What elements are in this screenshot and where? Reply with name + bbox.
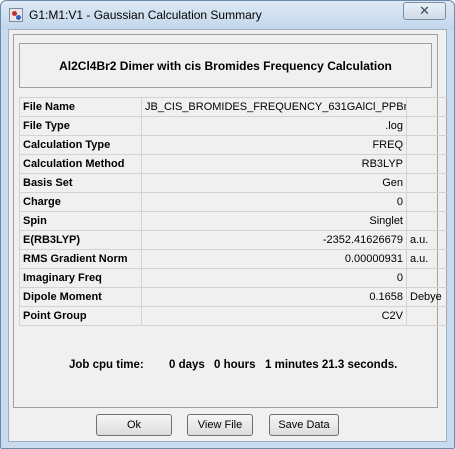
table-row: Calculation Type FREQ: [19, 135, 448, 155]
field-value: .log: [141, 116, 407, 136]
field-value: 0.00000931: [141, 249, 407, 269]
field-unit: [406, 116, 448, 136]
field-value: Singlet: [141, 211, 407, 231]
field-label: Basis Set: [19, 173, 142, 193]
ok-button[interactable]: Ok: [96, 414, 172, 436]
field-value: 0: [141, 268, 407, 288]
cpu-time-line: Job cpu time: 0 days 0 hours 1 minutes 2…: [19, 359, 432, 379]
field-unit: [406, 211, 448, 231]
title-bar[interactable]: G1:M1:V1 - Gaussian Calculation Summary …: [1, 1, 454, 29]
field-label: File Name: [19, 97, 142, 117]
field-unit: [406, 97, 448, 117]
summary-table: File Name JB_CIS_BROMIDES_FREQUENCY_631GA…: [19, 97, 448, 326]
table-row: Spin Singlet: [19, 211, 448, 231]
table-row: File Name JB_CIS_BROMIDES_FREQUENCY_631GA…: [19, 97, 448, 117]
field-unit: [406, 173, 448, 193]
table-row: Point Group C2V: [19, 306, 448, 326]
dialog-body: Al2Cl4Br2 Dimer with cis Bromides Freque…: [8, 29, 448, 442]
field-unit: [406, 135, 448, 155]
field-label: RMS Gradient Norm: [19, 249, 142, 269]
field-label: Spin: [19, 211, 142, 231]
field-value: RB3LYP: [141, 154, 407, 174]
field-value: 0: [141, 192, 407, 212]
view-file-button[interactable]: View File: [187, 414, 253, 436]
field-value: 0.1658: [141, 287, 407, 307]
table-row: Calculation Method RB3LYP: [19, 154, 448, 174]
field-label: Imaginary Freq: [19, 268, 142, 288]
field-label: Calculation Type: [19, 135, 142, 155]
table-row: Basis Set Gen: [19, 173, 448, 193]
field-value: C2V: [141, 306, 407, 326]
summary-panel: Al2Cl4Br2 Dimer with cis Bromides Freque…: [13, 34, 448, 408]
cpu-time-days: 0 days: [169, 359, 205, 371]
field-unit: Debye: [406, 287, 448, 307]
cpu-time-label: Job cpu time:: [69, 359, 144, 371]
field-value: -2352.41626679: [141, 230, 407, 250]
table-row: Dipole Moment 0.1658 Debye: [19, 287, 448, 307]
field-value: FREQ: [141, 135, 407, 155]
table-row: RMS Gradient Norm 0.00000931 a.u.: [19, 249, 448, 269]
cpu-time-rest: 1 minutes 21.3 seconds.: [265, 359, 398, 371]
field-label: Dipole Moment: [19, 287, 142, 307]
table-row: File Type .log: [19, 116, 448, 136]
summary-window: G1:M1:V1 - Gaussian Calculation Summary …: [0, 0, 455, 449]
field-label: Charge: [19, 192, 142, 212]
field-label: Point Group: [19, 306, 142, 326]
field-unit: a.u.: [406, 249, 448, 269]
field-label: File Type: [19, 116, 142, 136]
field-unit: a.u.: [406, 230, 448, 250]
field-label: Calculation Method: [19, 154, 142, 174]
table-row: E(RB3LYP) -2352.41626679 a.u.: [19, 230, 448, 250]
field-value: JB_CIS_BROMIDES_FREQUENCY_631GAlCl_PPBr: [141, 97, 407, 117]
field-unit: [406, 268, 448, 288]
field-unit: [406, 306, 448, 326]
window-title: G1:M1:V1 - Gaussian Calculation Summary: [29, 8, 262, 22]
save-data-button[interactable]: Save Data: [269, 414, 339, 436]
close-icon[interactable]: ✕: [403, 2, 446, 20]
field-unit: [406, 192, 448, 212]
field-value: Gen: [141, 173, 407, 193]
cpu-time-hours: 0 hours: [214, 359, 256, 371]
calculation-heading: Al2Cl4Br2 Dimer with cis Bromides Freque…: [19, 43, 432, 88]
field-label: E(RB3LYP): [19, 230, 142, 250]
table-row: Charge 0: [19, 192, 448, 212]
gaussview-app-icon: [9, 8, 23, 22]
table-row: Imaginary Freq 0: [19, 268, 448, 288]
field-unit: [406, 154, 448, 174]
